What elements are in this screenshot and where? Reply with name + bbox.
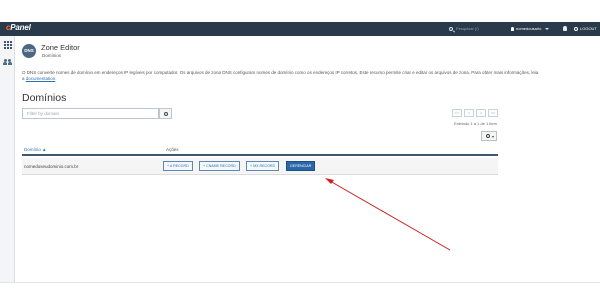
bell-icon[interactable] (563, 26, 567, 31)
chevron-down-icon (492, 136, 494, 138)
search-placeholder: Pesquisar (/) (456, 26, 479, 31)
search-icon (449, 26, 453, 31)
add-mx-record-button[interactable]: + MX RECORD (246, 161, 280, 171)
user-menu[interactable]: nomedousario (511, 26, 550, 31)
breadcrumb: Domínios (42, 53, 62, 58)
add-cname-record-button[interactable]: + CNAME RECORD (199, 161, 240, 171)
column-actions-header: Ações (166, 147, 179, 152)
page-description: O DNS converte nomes de domínio em ender… (22, 70, 539, 81)
top-navbar: cPanel Pesquisar (/) nomedousario LOGOUT (0, 22, 600, 36)
manage-button[interactable]: GERENCIAR (286, 161, 316, 171)
users-icon[interactable] (3, 59, 12, 66)
first-page-button[interactable]: << (452, 109, 462, 117)
add-a-record-button[interactable]: + A RECORD (163, 161, 193, 171)
last-page-button[interactable]: >> (488, 109, 498, 117)
logout-label: LOGOUT (580, 26, 597, 31)
results-count: Exibindo 1 a 1 de 1 item (454, 121, 497, 126)
power-icon (574, 26, 578, 31)
user-icon (511, 26, 514, 31)
dns-badge-icon: DNS (22, 44, 36, 58)
settings-button[interactable] (481, 131, 497, 141)
documentation-link[interactable]: documentation (26, 76, 56, 81)
username-label: nomedousario (516, 26, 542, 31)
sidebar (0, 36, 15, 282)
page-title: Zone Editor (41, 43, 80, 52)
next-page-button[interactable]: > (476, 109, 486, 117)
search-field[interactable]: Pesquisar (/) (449, 26, 479, 31)
table-header: Domínio ▲ Ações (22, 146, 498, 156)
column-domain-header[interactable]: Domínio ▲ (24, 147, 46, 152)
section-title: Domínios (22, 92, 67, 104)
cpanel-logo[interactable]: cPanel (6, 23, 31, 32)
table-row: nomedoseudominio.com.br + A RECORD + CNA… (22, 158, 498, 175)
pagination: << < > >> (452, 109, 498, 117)
gear-icon (486, 134, 490, 138)
footer-divider (0, 282, 600, 283)
zone-editor-screen: cPanel Pesquisar (/) nomedousario LOGOUT (0, 0, 600, 300)
prev-page-button[interactable]: < (464, 109, 474, 117)
apps-grid-icon[interactable] (4, 41, 12, 49)
domain-filter-input[interactable]: Filter by domain (22, 108, 159, 119)
domain-cell: nomedoseudominio.com.br (24, 164, 79, 169)
search-icon (164, 112, 168, 116)
filter-search-button[interactable] (159, 108, 172, 119)
logout-button[interactable]: LOGOUT (574, 26, 597, 31)
chevron-down-icon (545, 27, 550, 30)
